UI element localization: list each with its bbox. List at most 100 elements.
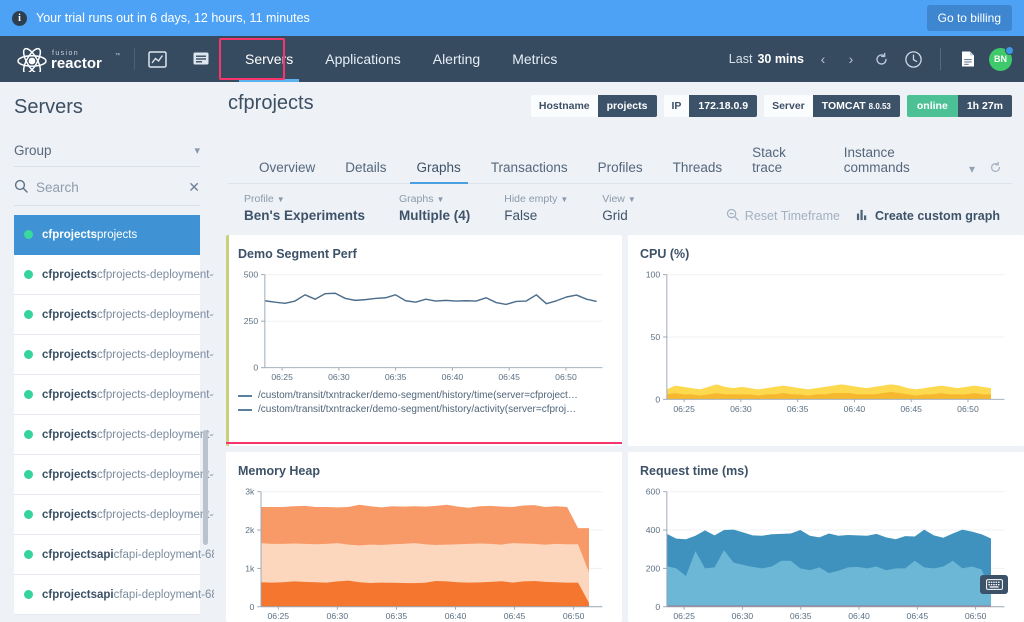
filter-label: Graphs ▼ [399, 193, 470, 207]
tab-details[interactable]: Details [330, 152, 401, 183]
chart-icon[interactable] [135, 36, 179, 82]
main-nav-items: Servers Applications Alerting Metrics [229, 36, 573, 82]
chip-server: Server TOMCAT 8.0.53 [764, 95, 900, 117]
chart-cpu: 0 50 100 06:25 06:30 06:35 06:40 06:45 06:50 [646, 270, 1005, 414]
nav-item-alerting[interactable]: Alerting [417, 36, 496, 82]
sidebar-scrollbar-thumb[interactable] [203, 430, 208, 545]
keyboard-icon[interactable] [980, 575, 1008, 594]
tab-graphs[interactable]: Graphs [402, 152, 476, 184]
chart-card-cpu[interactable]: CPU (%) 0 50 100 06:25 06:30 06:35 06:40 06:45 0… [628, 234, 1024, 446]
chevron-right-icon[interactable]: › [838, 51, 864, 67]
sidebar: Servers Group ▾ ✕ cfprojectsprojectscfpr… [0, 82, 214, 622]
chevron-right-icon[interactable]: › [186, 347, 194, 362]
nav-item-applications[interactable]: Applications [309, 36, 417, 82]
svg-text:200: 200 [646, 563, 661, 573]
list-item-text: cfprojectscfprojects-deployment-69fd7… [42, 306, 214, 322]
chart-memory-heap: 0 1k 2k 3k 06:25 06:30 06:35 06:40 06:45 06:50 [245, 487, 603, 621]
chart-card-demo-segment-perf[interactable]: Demo Segment Perf 0 250 500 06:25 06:30 06:35… [226, 234, 622, 446]
list-item[interactable]: cfprojectsapicfapi-deployment-68867b468…… [14, 535, 214, 575]
chart-card-memory-heap[interactable]: Memory Heap 0 1k 2k 3k 06:25 06:30 06:35 06:40 0… [226, 451, 622, 622]
status-badge: online [906, 95, 958, 117]
tab-label: Transactions [490, 160, 568, 175]
tab-threads[interactable]: Threads [658, 152, 738, 183]
chevron-right-icon[interactable]: › [186, 427, 194, 442]
avatar[interactable]: BN [989, 45, 1014, 71]
tab-transactions[interactable]: Transactions [476, 152, 583, 183]
chart-card-request-time[interactable]: Request time (ms) 0 200 400 600 06:25 06:30 06… [628, 451, 1024, 622]
chevron-right-icon[interactable]: › [186, 507, 194, 522]
page-title: cfprojects [228, 92, 314, 114]
tab-instance-commands[interactable]: Instance commands [829, 137, 969, 183]
chevron-right-icon[interactable]: › [186, 387, 194, 402]
filter-hide-empty[interactable]: Hide empty ▼ False [504, 193, 568, 225]
filter-label: Hide empty ▼ [504, 193, 568, 207]
tab-label: Graphs [416, 160, 461, 175]
server-sub: cfprojects-deployment-69fd7… [96, 349, 214, 362]
clock-icon[interactable] [898, 50, 928, 69]
chip-key: Hostname [530, 95, 598, 117]
create-custom-graph-label: Create custom graph [874, 208, 1000, 223]
tab-overview[interactable]: Overview [244, 152, 330, 183]
server-name: cfprojects [42, 349, 97, 362]
list-item[interactable]: cfprojectsprojects [14, 215, 200, 255]
close-icon[interactable]: ✕ [182, 179, 200, 196]
go-to-billing-button[interactable]: Go to billing [926, 5, 1012, 31]
svg-text:0: 0 [253, 363, 258, 373]
chevron-down-icon: ▼ [276, 195, 285, 204]
nav-item-label: Applications [325, 51, 401, 67]
nav-item-servers[interactable]: Servers [229, 36, 309, 82]
server-info-chips: Hostname projects IP 172.18.0.9 Server T… [524, 92, 1012, 117]
tab-stack-trace[interactable]: Stack trace [737, 137, 829, 183]
chevron-down-icon[interactable]: ▾ [969, 162, 975, 176]
status-dot [24, 550, 33, 559]
filter-label-text: Hide empty [504, 193, 558, 205]
list-item[interactable]: cfprojectscfprojects-deployment-69fd7…› [14, 335, 214, 375]
tab-label: Stack trace [752, 145, 786, 175]
page-body: Servers Group ▾ ✕ cfprojectsprojectscfpr… [0, 82, 1024, 622]
fusionreactor-logo[interactable]: fusion reactor ™ [0, 36, 134, 82]
create-custom-graph-button[interactable]: Create custom graph [856, 208, 1000, 224]
list-item-text: cfprojectscfprojects-deployment-69fd7… [42, 466, 214, 482]
filter-view[interactable]: View ▼ Grid [602, 193, 636, 225]
reset-timeframe-button[interactable]: Reset Timeframe [726, 208, 840, 224]
list-item[interactable]: cfprojectscfprojects-deployment-69fd7…› [14, 495, 214, 535]
svg-text:0: 0 [655, 394, 660, 404]
search-input[interactable] [36, 180, 183, 195]
chevron-right-icon[interactable]: › [186, 587, 194, 602]
svg-text:06:30: 06:30 [328, 372, 350, 382]
refresh-icon[interactable] [866, 52, 896, 67]
list-item[interactable]: cfprojectscfprojects-deployment-69fd7…› [14, 295, 214, 335]
list-item[interactable]: cfprojectsapicfapi-deployment-68867b468…… [14, 575, 214, 615]
status-dot [24, 470, 33, 479]
tab-profiles[interactable]: Profiles [583, 152, 658, 183]
svg-text:500: 500 [244, 270, 259, 280]
filter-graphs[interactable]: Graphs ▼ Multiple (4) [399, 193, 470, 225]
chip-value: TOMCAT 8.0.53 [812, 95, 900, 117]
server-list: cfprojectsprojects cfprojectscfprojects-d… [0, 215, 214, 622]
chevron-right-icon[interactable]: › [186, 547, 194, 562]
list-item[interactable]: cfprojectscfprojects-deployment-69fd7…› [14, 415, 214, 455]
nav-item-metrics[interactable]: Metrics [496, 36, 573, 82]
info-icon: i [12, 10, 27, 26]
filter-profile[interactable]: Profile ▼ Ben's Experiments [244, 193, 365, 225]
timerange-value: 30 mins [757, 52, 804, 66]
list-item[interactable]: cfprojectscfprojects-deployment-69fd7…› [14, 375, 214, 415]
timerange-selector[interactable]: Last 30 mins [729, 52, 804, 66]
list-item[interactable]: cfprojectscfprojects-deployment-69fd7…› [14, 255, 214, 295]
chevron-left-icon[interactable]: ‹ [810, 51, 836, 67]
filter-value: False [504, 207, 538, 223]
list-item[interactable]: cfprojectscfprojects-deployment-69fd7…› [14, 455, 214, 495]
server-sub: projects [96, 229, 138, 242]
chevron-right-icon[interactable]: › [186, 307, 194, 322]
document-icon[interactable] [953, 50, 983, 68]
refresh-icon[interactable] [989, 161, 1002, 177]
group-filter-dropdown[interactable]: Group ▾ [14, 137, 200, 167]
server-name: cfprojects [42, 389, 97, 402]
status-dot [24, 390, 33, 399]
chevron-right-icon[interactable]: › [186, 467, 194, 482]
notes-icon[interactable] [179, 36, 223, 82]
filter-value: Multiple (4) [399, 207, 471, 223]
sidebar-title: Servers [14, 96, 83, 118]
chevron-right-icon[interactable]: › [186, 267, 194, 282]
list-item-text: cfprojectsapicfapi-deployment-68867b468… [42, 546, 214, 562]
